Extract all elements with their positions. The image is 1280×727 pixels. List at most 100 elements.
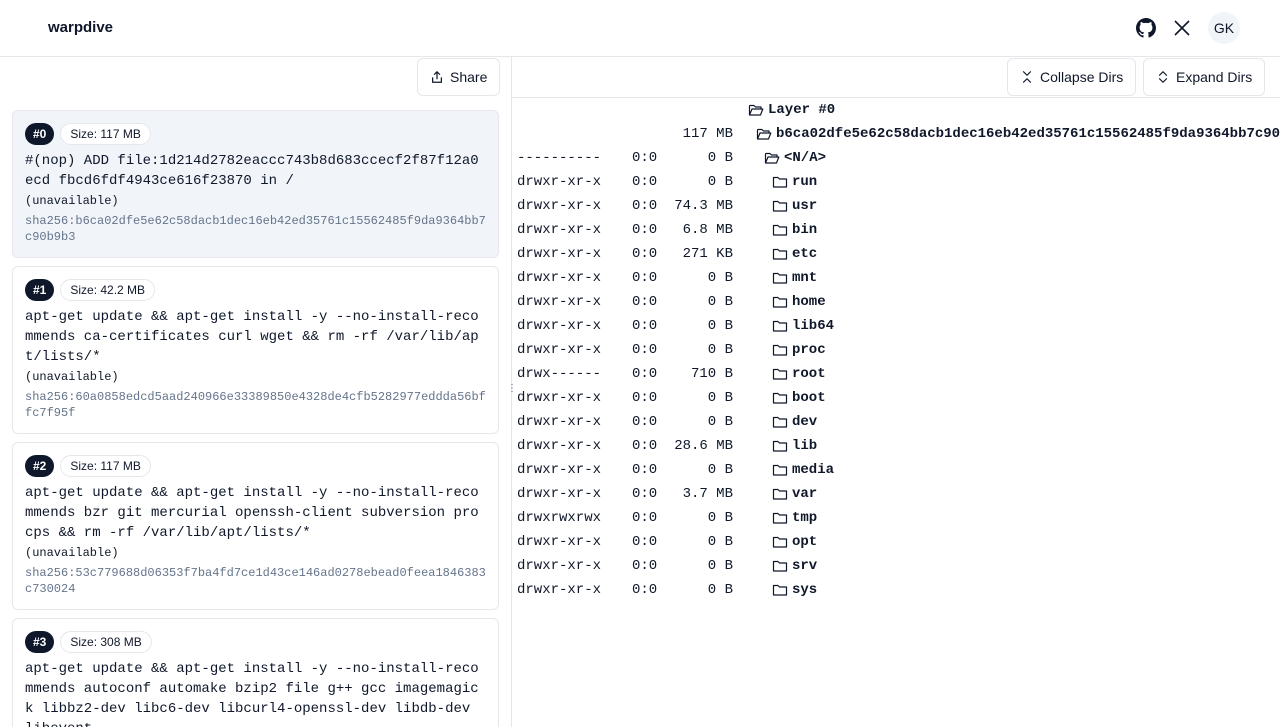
layer-card-3[interactable]: #3 Size: 308 MB apt-get update && apt-ge… (12, 618, 499, 727)
collapse-dirs-button[interactable]: Collapse Dirs (1007, 58, 1137, 96)
layer-index-badge: #1 (25, 279, 55, 301)
entry-owner: 0:0 (632, 318, 658, 334)
tree-row[interactable]: drwxr-xr-x 0:0 0 B srv (512, 554, 1280, 578)
tree-row[interactable]: drwxr-xr-x 0:0 0 B sys (512, 578, 1280, 602)
tree-row[interactable]: drwx------ 0:0 710 B root (512, 362, 1280, 386)
avatar[interactable]: GK (1208, 12, 1240, 44)
entry-size: 0 B (707, 150, 733, 166)
file-tree-pane: Collapse Dirs Expand Dirs Layer #0 117 M… (512, 57, 1280, 727)
entry-owner: 0:0 (632, 438, 658, 454)
share-button[interactable]: Share (417, 58, 501, 96)
entry-name: <N/A> (784, 150, 827, 166)
tree-row[interactable]: drwxr-xr-x 0:0 271 KB etc (512, 242, 1280, 266)
entry-owner: 0:0 (632, 270, 658, 286)
entry-permissions: drwxr-xr-x (517, 390, 602, 406)
entry-owner: 0:0 (632, 390, 658, 406)
layer-command: apt-get update && apt-get install -y --n… (25, 661, 479, 727)
entry-size: 0 B (707, 270, 733, 286)
layer-index-badge: #3 (25, 631, 55, 653)
tree-row[interactable]: drwxr-xr-x 0:0 0 B proc (512, 338, 1280, 362)
folder-open-icon (764, 152, 780, 164)
folder-open-icon (756, 128, 772, 140)
entry-node: usr (772, 197, 817, 215)
folder-icon (772, 464, 788, 476)
entry-permissions: drwxr-xr-x (517, 486, 602, 502)
entry-size: 0 B (707, 510, 733, 526)
expand-dirs-button[interactable]: Expand Dirs (1143, 58, 1266, 96)
tree-row[interactable]: drwxr-xr-x 0:0 0 B home (512, 290, 1280, 314)
tree-row-na[interactable]: ---------- 0:0 0 B <N/A> (512, 146, 1280, 170)
entry-size: 0 B (707, 534, 733, 550)
na-node: <N/A> (764, 149, 826, 167)
tree-row[interactable]: drwxr-xr-x 0:0 0 B mnt (512, 266, 1280, 290)
layer-node: Layer #0 (748, 101, 835, 119)
entry-owner: 0:0 (632, 294, 658, 310)
folder-icon (772, 200, 788, 212)
layer-card-0[interactable]: #0 Size: 117 MB #(nop) ADD file:1d214d27… (12, 110, 499, 258)
entry-size: 0 B (707, 174, 733, 190)
entry-permissions: drwxr-xr-x (517, 246, 602, 262)
entry-name: usr (792, 198, 818, 214)
folder-icon (772, 560, 788, 572)
entry-node: bin (772, 221, 817, 239)
layer-digest: sha256:b6ca02dfe5e62c58dacb1dec16eb42ed3… (25, 214, 486, 244)
entry-name: lib64 (792, 318, 835, 334)
brand-logo[interactable]: warpdive (48, 19, 113, 36)
tree-row[interactable]: drwxr-xr-x 0:0 0 B opt (512, 530, 1280, 554)
entry-owner: 0:0 (632, 414, 658, 430)
entry-node: opt (772, 533, 817, 551)
layer-label: Layer #0 (768, 102, 836, 118)
folder-icon (772, 176, 788, 188)
tree-row[interactable]: drwxr-xr-x 0:0 3.7 MB var (512, 482, 1280, 506)
tree-row-layer[interactable]: Layer #0 (512, 98, 1280, 122)
entry-size: 0 B (707, 462, 733, 478)
layer-command: #(nop) ADD file:1d214d2782eaccc743b8d683… (25, 153, 479, 189)
entry-node: proc (772, 341, 826, 359)
layer-card-1[interactable]: #1 Size: 42.2 MB apt-get update && apt-g… (12, 266, 499, 434)
entry-permissions: drwxr-xr-x (517, 414, 602, 430)
entry-size: 0 B (707, 414, 733, 430)
tree-row[interactable]: drwxr-xr-x 0:0 28.6 MB lib (512, 434, 1280, 458)
tree-row[interactable]: drwxr-xr-x 0:0 0 B lib64 (512, 314, 1280, 338)
layer-digest: sha256:53c779688d06353f7ba4fd7ce1d43ce14… (25, 566, 486, 596)
tree-row-root[interactable]: 117 MB b6ca02dfe5e62c58dacb1dec16eb42ed3… (512, 122, 1280, 146)
entry-node: dev (772, 413, 817, 431)
layer-size-badge: Size: 117 MB (60, 455, 151, 477)
tree-row[interactable]: drwxr-xr-x 0:0 0 B dev (512, 410, 1280, 434)
layer-status: (unavailable) (25, 194, 119, 208)
entry-owner: 0:0 (632, 534, 658, 550)
x-icon[interactable] (1172, 18, 1192, 38)
share-icon (432, 71, 442, 83)
entry-owner: 0:0 (632, 366, 658, 382)
folder-icon (772, 440, 788, 452)
github-icon[interactable] (1136, 18, 1156, 38)
layer-status: (unavailable) (25, 370, 119, 384)
tree-row[interactable]: drwxr-xr-x 0:0 0 B boot (512, 386, 1280, 410)
tree-row[interactable]: drwxr-xr-x 0:0 6.8 MB bin (512, 218, 1280, 242)
collapse-icon (1022, 71, 1032, 83)
layer-card-2[interactable]: #2 Size: 117 MB apt-get update && apt-ge… (12, 442, 499, 610)
root-node: b6ca02dfe5e62c58dacb1dec16eb42ed35761c15… (756, 125, 1280, 143)
entry-node: root (772, 365, 826, 383)
entry-owner: 0:0 (632, 246, 658, 262)
tree-row[interactable]: drwxrwxrwx 0:0 0 B tmp (512, 506, 1280, 530)
entry-permissions: drwxr-xr-x (517, 582, 602, 598)
entry-node: media (772, 461, 834, 479)
entry-node: srv (772, 557, 817, 575)
folder-icon (772, 320, 788, 332)
entry-owner: 0:0 (632, 342, 658, 358)
entry-permissions: drwxr-xr-x (517, 438, 602, 454)
entry-size: 0 B (707, 390, 733, 406)
entry-permissions: drwx------ (517, 366, 602, 382)
entry-owner: 0:0 (632, 558, 658, 574)
entry-name: media (792, 462, 835, 478)
entry-size: 3.7 MB (682, 486, 733, 502)
entry-owner: 0:0 (632, 150, 658, 166)
entry-name: proc (792, 342, 826, 358)
tree-row[interactable]: drwxr-xr-x 0:0 0 B run (512, 170, 1280, 194)
tree-row[interactable]: drwxr-xr-x 0:0 74.3 MB usr (512, 194, 1280, 218)
collapse-dirs-label: Collapse Dirs (1040, 69, 1124, 85)
entry-node: lib (772, 437, 817, 455)
tree-row[interactable]: drwxr-xr-x 0:0 0 B media (512, 458, 1280, 482)
entry-size: 117 MB (682, 126, 733, 142)
